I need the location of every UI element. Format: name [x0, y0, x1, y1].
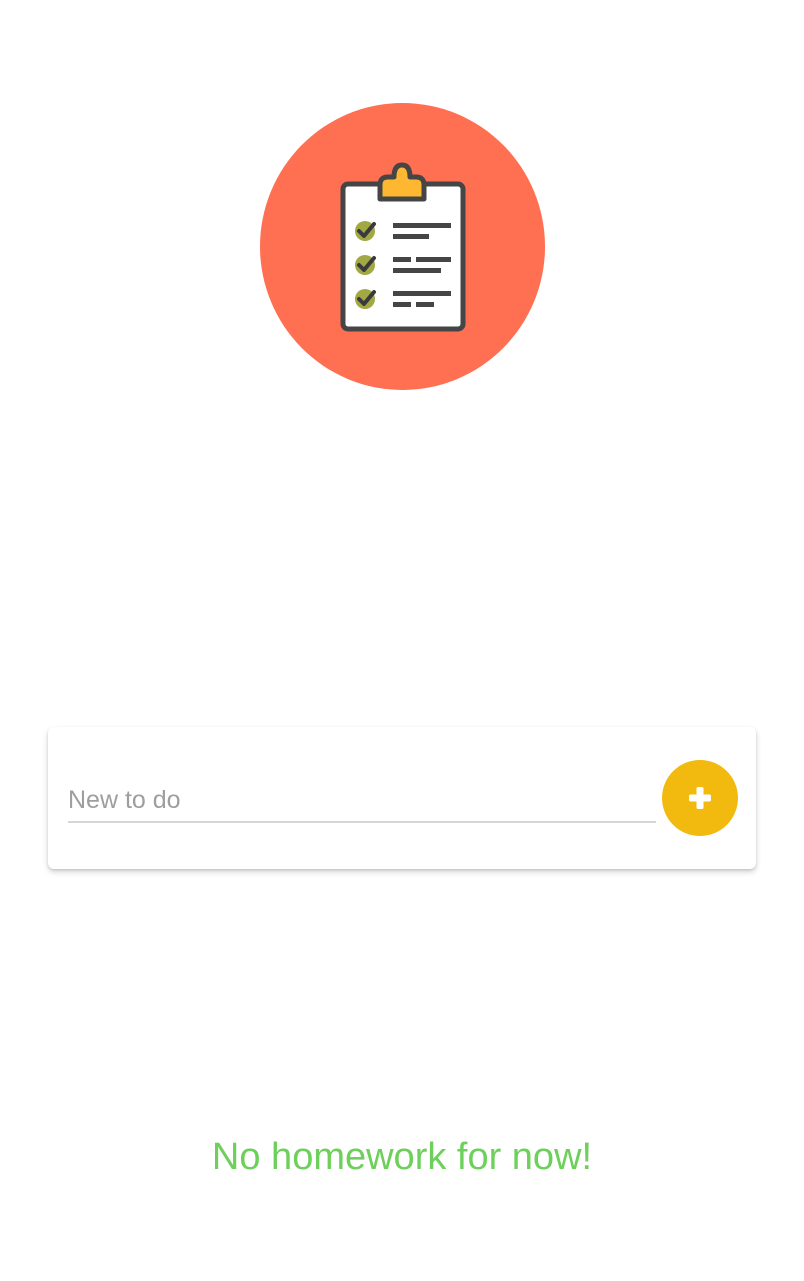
app-screen: No homework for now!: [0, 0, 804, 1281]
add-todo-button[interactable]: [662, 760, 738, 836]
empty-state-message: No homework for now!: [211, 1136, 593, 1178]
app-logo: [260, 103, 545, 390]
new-todo-card: [48, 727, 756, 869]
clipboard-checklist-icon: [340, 162, 466, 332]
new-todo-input[interactable]: [68, 779, 656, 823]
plus-icon: [689, 787, 711, 809]
